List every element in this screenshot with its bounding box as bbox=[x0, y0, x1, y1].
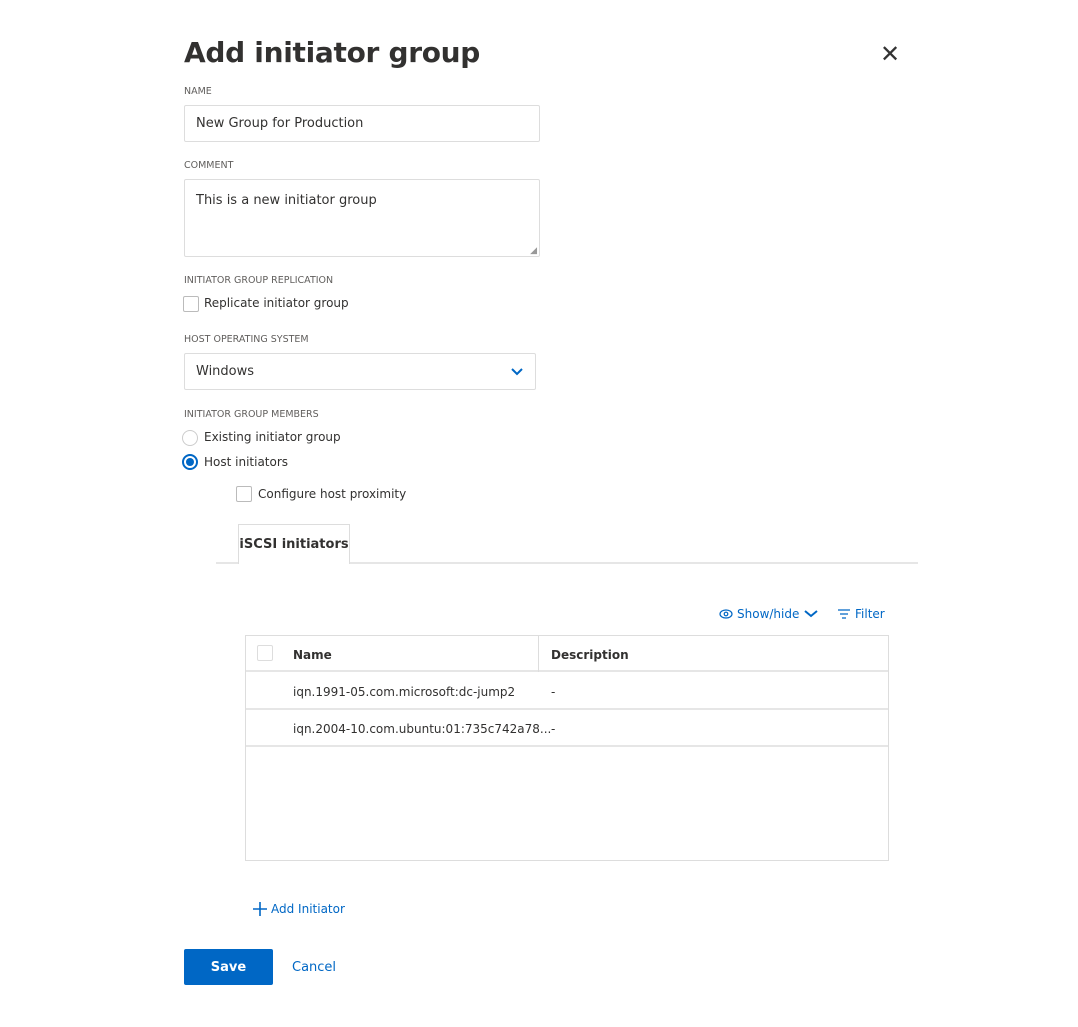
save-button[interactable]: Save bbox=[184, 949, 273, 985]
cancel-button[interactable]: Cancel bbox=[292, 960, 336, 975]
existing-group-radio[interactable] bbox=[182, 430, 198, 446]
resize-handle-icon[interactable]: ◢ bbox=[530, 246, 537, 256]
existing-group-label: Existing initiator group bbox=[204, 430, 341, 444]
members-label: INITIATOR GROUP MEMBERS bbox=[184, 409, 319, 420]
host-proximity-label: Configure host proximity bbox=[258, 487, 407, 501]
filter-icon bbox=[838, 609, 850, 619]
column-header-description[interactable]: Description bbox=[551, 648, 629, 662]
column-divider bbox=[538, 636, 539, 672]
select-all-checkbox[interactable] bbox=[257, 645, 273, 661]
replication-label: INITIATOR GROUP REPLICATION bbox=[184, 275, 334, 286]
initiator-name: iqn.1991-05.com.microsoft:dc-jump2 bbox=[293, 685, 516, 699]
host-os-label: HOST OPERATING SYSTEM bbox=[184, 334, 309, 345]
tab-label: iSCSI initiators bbox=[239, 537, 349, 552]
chevron-down-icon bbox=[511, 367, 523, 375]
initiators-table: Name Description iqn.1991-05.com.microso… bbox=[245, 635, 889, 861]
add-initiator-button[interactable]: Add Initiator bbox=[252, 901, 345, 917]
name-label: NAME bbox=[184, 86, 212, 97]
comment-textarea[interactable]: This is a new initiator group ◢ bbox=[184, 179, 540, 257]
plus-icon bbox=[253, 902, 267, 916]
name-value: New Group for Production bbox=[196, 116, 364, 131]
host-initiators-radio[interactable] bbox=[182, 454, 198, 470]
filter-label: Filter bbox=[855, 607, 885, 621]
show-hide-label: Show/hide bbox=[737, 607, 800, 621]
column-header-name[interactable]: Name bbox=[293, 648, 332, 662]
table-header: Name Description bbox=[246, 636, 888, 672]
host-os-select[interactable]: Windows bbox=[184, 353, 536, 390]
chevron-down-icon bbox=[804, 610, 819, 618]
initiator-description: - bbox=[551, 685, 556, 699]
host-proximity-checkbox[interactable] bbox=[236, 486, 252, 502]
host-os-value: Windows bbox=[196, 364, 255, 379]
comment-label: COMMENT bbox=[184, 160, 234, 171]
replicate-checkbox[interactable] bbox=[183, 296, 199, 312]
close-icon[interactable]: ✕ bbox=[880, 40, 900, 68]
dialog-title: Add initiator group bbox=[184, 36, 481, 69]
host-initiators-label: Host initiators bbox=[204, 455, 289, 469]
table-row[interactable]: iqn.2004-10.com.ubuntu:01:735c742a78... … bbox=[246, 711, 888, 747]
replicate-checkbox-label: Replicate initiator group bbox=[204, 296, 349, 310]
filter-button[interactable]: Filter bbox=[838, 607, 885, 621]
table-row[interactable]: iqn.1991-05.com.microsoft:dc-jump2 - bbox=[246, 674, 888, 710]
eye-icon bbox=[719, 609, 733, 619]
initiator-description: - bbox=[551, 722, 556, 736]
show-hide-button[interactable]: Show/hide bbox=[719, 607, 819, 621]
add-initiator-label: Add Initiator bbox=[271, 902, 345, 916]
tab-iscsi-initiators[interactable]: iSCSI initiators bbox=[238, 524, 350, 564]
name-input[interactable]: New Group for Production bbox=[184, 105, 540, 142]
comment-value: This is a new initiator group bbox=[196, 193, 377, 208]
initiator-name: iqn.2004-10.com.ubuntu:01:735c742a78... bbox=[293, 722, 552, 736]
